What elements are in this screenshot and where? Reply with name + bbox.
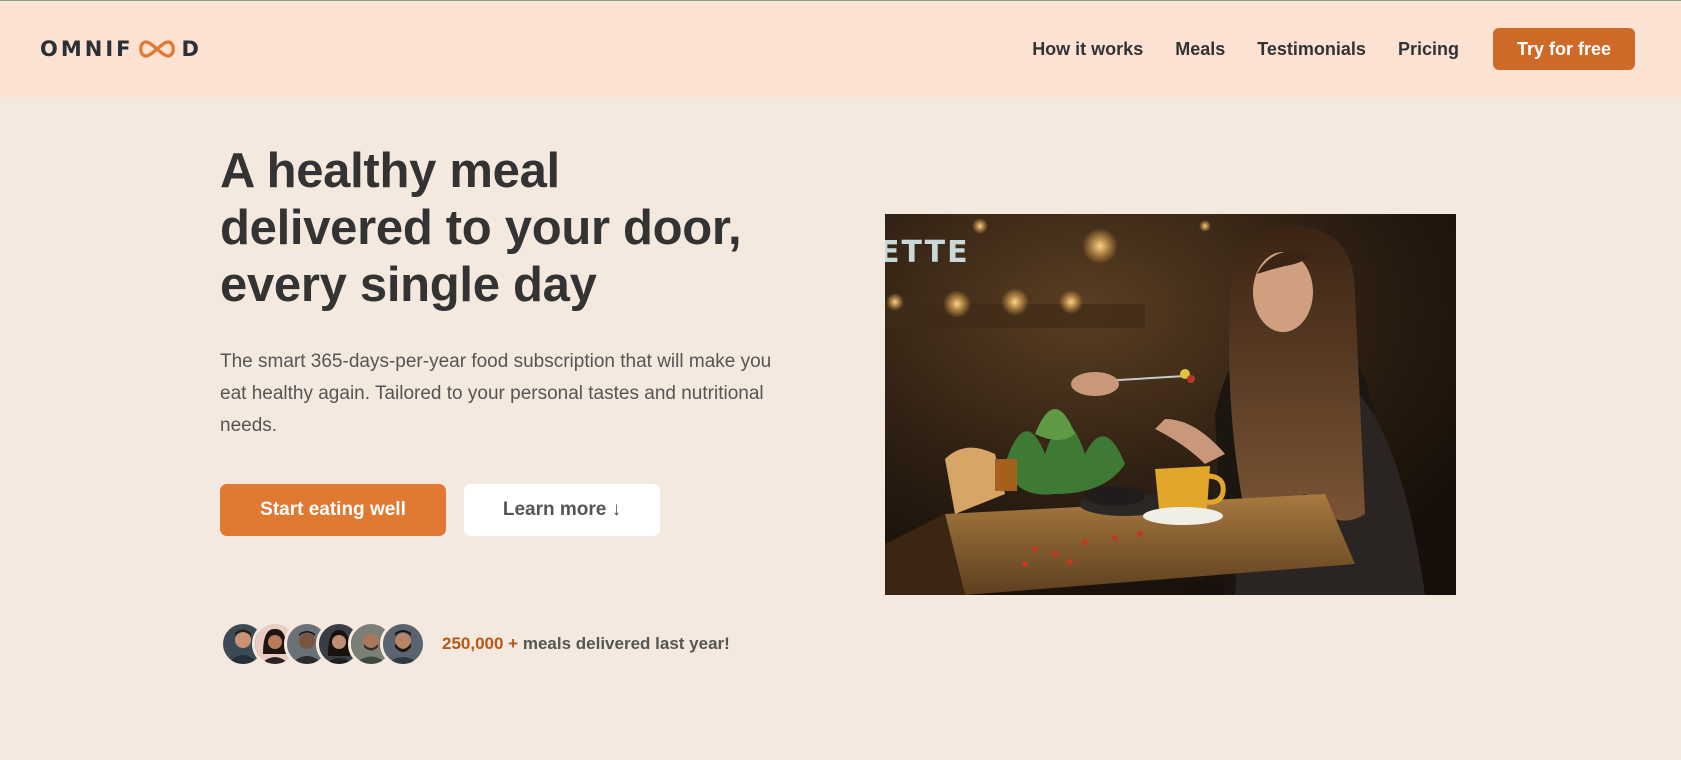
nav-testimonials[interactable]: Testimonials <box>1257 39 1366 60</box>
site-header: OMNIF D How it works Meals Testimonials … <box>0 0 1681 97</box>
customer-avatars <box>220 621 426 667</box>
delivered-meals: 250,000 + meals delivered last year! <box>220 621 730 667</box>
logo-text-end: D <box>181 37 202 61</box>
main-nav: How it works Meals Testimonials Pricing … <box>1032 28 1635 70</box>
delivered-label: meals delivered last year! <box>522 634 730 653</box>
start-eating-well-button[interactable]: Start eating well <box>220 484 446 536</box>
nav-meals[interactable]: Meals <box>1175 39 1225 60</box>
logo[interactable]: OMNIF D <box>40 37 202 61</box>
infinity-logo-icon <box>139 40 176 58</box>
hero-title-line-1: A healthy meal <box>220 144 560 198</box>
nav-pricing[interactable]: Pricing <box>1398 39 1459 60</box>
delivered-text: 250,000 + meals delivered last year! <box>442 634 730 654</box>
delivered-count: 250,000 + <box>442 634 519 653</box>
hero-buttons: Start eating well Learn more ↓ <box>220 484 820 536</box>
logo-text-start: OMNIF <box>40 37 134 61</box>
try-for-free-button[interactable]: Try for free <box>1492 28 1635 70</box>
learn-more-button[interactable]: Learn more ↓ <box>464 484 660 536</box>
hero-title-line-2: delivered to your door, <box>220 201 742 255</box>
cafe-sign-text: ETTE <box>885 235 970 270</box>
hero-image: ETTE <box>885 214 1456 595</box>
nav-how-it-works[interactable]: How it works <box>1032 39 1143 60</box>
hero-title-line-3: every single day <box>220 258 597 312</box>
hero-title: A healthy meal delivered to your door, e… <box>220 143 820 314</box>
avatar <box>380 621 426 667</box>
hero-description: The smart 365-days-per-year food subscri… <box>220 351 772 436</box>
hero-text: A healthy meal delivered to your door, e… <box>220 143 820 536</box>
